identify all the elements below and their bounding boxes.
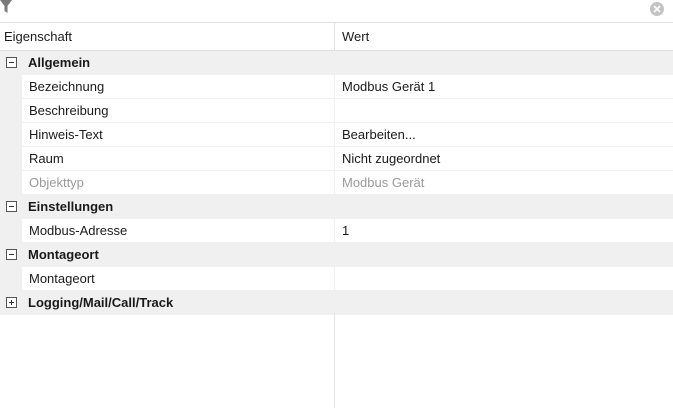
category-label: Logging/Mail/Call/Track <box>28 295 174 310</box>
category-label: Montageort <box>28 247 99 262</box>
property-name: Raum <box>29 151 64 166</box>
property-row-hinweis-text[interactable]: Hinweis-Text Bearbeiten... <box>0 123 673 147</box>
property-name: Bezeichnung <box>29 79 105 94</box>
property-grid: Allgemein Bezeichnung Modbus Gerät 1 Bes… <box>0 51 673 315</box>
filter-icon[interactable] <box>0 0 12 14</box>
property-value[interactable]: Bearbeiten... <box>342 123 416 147</box>
column-divider[interactable] <box>334 23 335 50</box>
category-label: Einstellungen <box>28 199 114 214</box>
collapse-toggle-icon[interactable] <box>6 201 17 212</box>
expand-toggle-icon[interactable] <box>6 297 17 308</box>
property-name: Modbus-Adresse <box>29 223 128 238</box>
property-row-montageort[interactable]: Montageort <box>0 267 673 291</box>
property-row-bezeichnung[interactable]: Bezeichnung Modbus Gerät 1 <box>0 75 673 99</box>
property-value[interactable]: 1 <box>342 219 349 243</box>
category-einstellungen[interactable]: Einstellungen <box>0 195 673 219</box>
property-name: Hinweis-Text <box>29 127 103 142</box>
category-allgemein[interactable]: Allgemein <box>0 51 673 75</box>
category-label: Allgemein <box>28 55 91 70</box>
property-value: Modbus Gerät <box>342 175 425 190</box>
property-value[interactable]: Nicht zugeordnet <box>342 147 440 171</box>
property-name: Beschreibung <box>29 103 109 118</box>
column-divider-empty-area <box>334 312 335 408</box>
grid-header: Eigenschaft Wert <box>0 22 673 51</box>
clear-icon[interactable] <box>650 2 664 16</box>
property-row-objekttyp: Objekttyp Modbus Gerät <box>0 171 673 195</box>
collapse-toggle-icon[interactable] <box>6 57 17 68</box>
property-name: Montageort <box>29 271 95 286</box>
column-header-value[interactable]: Wert <box>342 23 369 50</box>
property-toolbar <box>0 0 673 22</box>
property-row-raum[interactable]: Raum Nicht zugeordnet <box>0 147 673 171</box>
category-logging-mail-call-track[interactable]: Logging/Mail/Call/Track <box>0 291 673 315</box>
category-montageort[interactable]: Montageort <box>0 243 673 267</box>
property-value[interactable]: Modbus Gerät 1 <box>342 75 435 99</box>
column-header-property[interactable]: Eigenschaft <box>4 23 72 50</box>
property-row-beschreibung[interactable]: Beschreibung <box>0 99 673 123</box>
property-name: Objekttyp <box>29 175 84 190</box>
collapse-toggle-icon[interactable] <box>6 249 17 260</box>
property-row-modbus-adresse[interactable]: Modbus-Adresse 1 <box>0 219 673 243</box>
